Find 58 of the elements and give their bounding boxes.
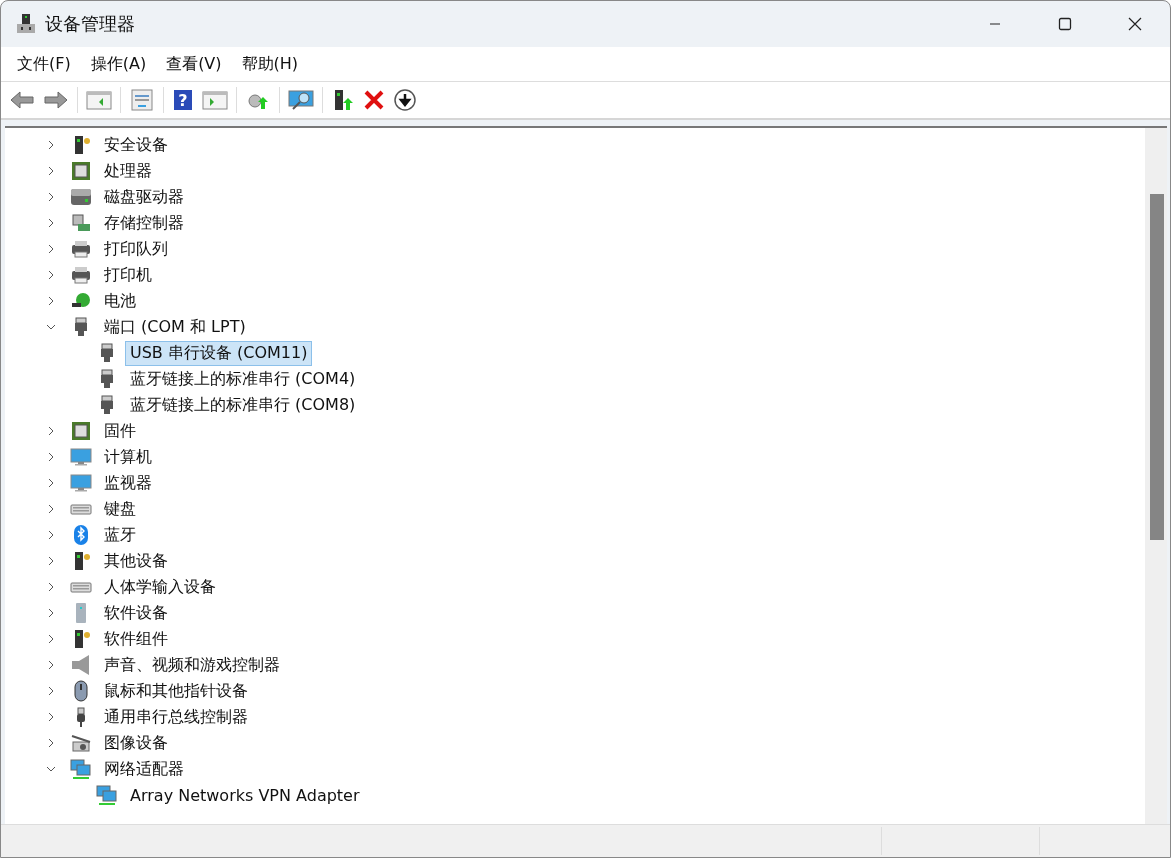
tree-item[interactable]: 图像设备 bbox=[99, 730, 173, 756]
monitor-icon bbox=[70, 446, 92, 468]
chip-icon bbox=[70, 160, 92, 182]
tree-item[interactable]: 处理器 bbox=[99, 158, 157, 184]
tree-item[interactable]: 打印队列 bbox=[99, 236, 173, 262]
network-icon bbox=[70, 758, 92, 780]
tree-item[interactable]: Array Networks VPN Adapter bbox=[125, 783, 365, 807]
tree-item[interactable]: 计算机 bbox=[99, 444, 157, 470]
tree-item[interactable]: 固件 bbox=[99, 418, 141, 444]
tree-item[interactable]: 电池 bbox=[99, 288, 141, 314]
chip-icon bbox=[70, 420, 92, 442]
speaker-icon bbox=[70, 654, 92, 676]
menu-item[interactable]: 查看(V) bbox=[156, 53, 232, 75]
tree-item[interactable]: 蓝牙链接上的标准串行 (COM8) bbox=[125, 392, 361, 418]
scan-monitor-icon[interactable] bbox=[288, 89, 314, 111]
tree-item[interactable]: 网络适配器 bbox=[99, 756, 189, 782]
tree-item[interactable]: USB 串行设备 (COM11) bbox=[125, 340, 313, 366]
printer-icon bbox=[70, 264, 92, 286]
menu-item[interactable]: 文件(F) bbox=[7, 53, 81, 75]
tree-item[interactable]: 蓝牙 bbox=[99, 522, 141, 548]
close-icon[interactable] bbox=[363, 89, 385, 111]
tree-item[interactable]: 通用串行总线控制器 bbox=[99, 704, 253, 730]
printer-icon bbox=[70, 238, 92, 260]
tree-item[interactable]: 打印机 bbox=[99, 262, 157, 288]
tree-item[interactable]: 声音、视频和游戏控制器 bbox=[99, 652, 285, 678]
back-arrow-icon[interactable] bbox=[9, 89, 35, 111]
network-icon bbox=[96, 784, 118, 806]
tree-item[interactable]: 监视器 bbox=[99, 470, 157, 496]
close-icon bbox=[1128, 17, 1142, 31]
maximize-icon bbox=[1058, 17, 1072, 31]
menu-item[interactable]: 帮助(H) bbox=[231, 53, 309, 75]
tree-item[interactable]: 蓝牙链接上的标准串行 (COM4) bbox=[125, 366, 361, 392]
tree-item[interactable]: 安全设备 bbox=[99, 132, 173, 158]
download-icon[interactable] bbox=[393, 88, 417, 112]
tree-item[interactable]: 端口 (COM 和 LPT) bbox=[99, 314, 251, 340]
tree-item[interactable]: 键盘 bbox=[99, 496, 141, 522]
scrollbar-thumb[interactable] bbox=[1150, 194, 1164, 540]
panel-icon[interactable] bbox=[86, 89, 112, 111]
panel-icon[interactable] bbox=[202, 89, 228, 111]
properties-icon[interactable] bbox=[129, 89, 155, 111]
disk-drive-icon bbox=[70, 186, 92, 208]
help-icon[interactable]: ? bbox=[172, 89, 194, 111]
scrollbar[interactable] bbox=[1145, 128, 1167, 824]
menu-item[interactable]: 操作(A) bbox=[80, 53, 157, 75]
forward-arrow-icon[interactable] bbox=[43, 89, 69, 111]
tree-item[interactable]: 磁盘驱动器 bbox=[99, 184, 189, 210]
camera-icon bbox=[70, 732, 92, 754]
window-title: 设备管理器 bbox=[45, 12, 135, 36]
tree-item[interactable]: 软件组件 bbox=[99, 626, 173, 652]
monitor-icon bbox=[70, 472, 92, 494]
tree-item[interactable]: 其他设备 bbox=[99, 548, 173, 574]
tree-item[interactable]: 软件设备 bbox=[99, 600, 173, 626]
minimize-icon bbox=[989, 23, 1001, 25]
storage-icon bbox=[70, 212, 92, 234]
tree-item[interactable]: 鼠标和其他指针设备 bbox=[99, 678, 253, 704]
app-icon bbox=[15, 13, 37, 35]
tree-item[interactable]: 人体学输入设备 bbox=[99, 574, 221, 600]
tree-item[interactable]: 存储控制器 bbox=[99, 210, 189, 236]
